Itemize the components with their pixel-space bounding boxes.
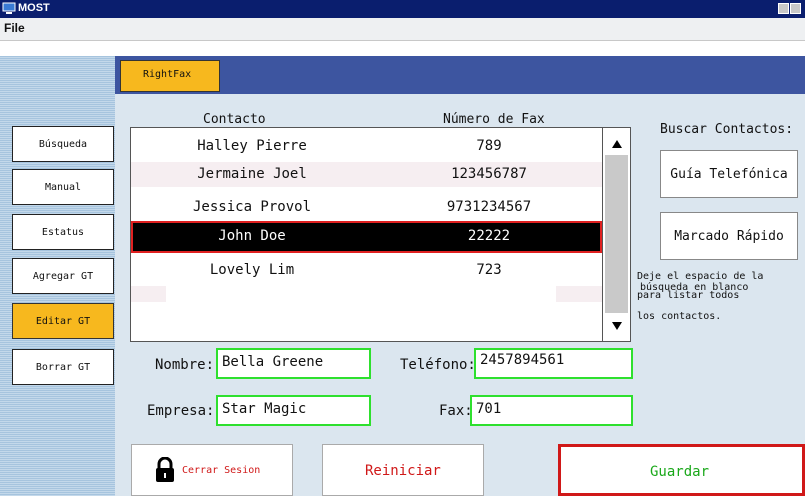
fax-label: Fax: — [439, 403, 473, 419]
row-remnant — [556, 286, 602, 302]
menu-file[interactable]: File — [4, 21, 25, 35]
sidebar-item-label: Estatus — [41, 226, 85, 238]
phonebook-button-label: Guía Telefónica — [670, 166, 788, 182]
sidebar-item-label: Manual — [44, 181, 82, 193]
triangle-up-icon — [611, 139, 622, 148]
tab-rightfax[interactable]: RightFax — [120, 60, 220, 92]
telefono-label: Teléfono: — [400, 357, 476, 373]
contact-fax: 723 — [476, 262, 502, 278]
column-header-fax: Número de Fax — [443, 112, 545, 127]
search-contacts-title: Buscar Contactos: — [660, 122, 794, 137]
lock-icon — [156, 457, 174, 482]
contact-fax: 22222 — [467, 228, 511, 244]
tab-label: RightFax — [143, 69, 192, 80]
save-button[interactable]: Guardar — [558, 444, 805, 496]
save-label: Guardar — [650, 464, 710, 480]
toolbar-gap — [0, 41, 805, 56]
menu-bar: File — [0, 18, 805, 41]
scroll-down-button[interactable] — [603, 313, 630, 338]
logout-button[interactable]: Cerrar Sesion — [131, 444, 293, 496]
hint-text: para listar todos — [637, 290, 740, 301]
scroll-track[interactable] — [605, 155, 628, 313]
sidebar-item-label: Editar GT — [35, 315, 91, 327]
hint-text: Deje el espacio de la — [637, 271, 764, 282]
speed-dial-button[interactable]: Marcado Rápido — [660, 212, 798, 260]
triangle-down-icon — [611, 321, 622, 330]
phonebook-button[interactable]: Guía Telefónica — [660, 150, 798, 198]
contact-fax: 9731234567 — [446, 199, 532, 215]
hint-text: los contactos. — [637, 311, 722, 322]
nombre-field[interactable]: Bella Greene — [216, 348, 371, 379]
reset-button[interactable]: Reiniciar — [322, 444, 484, 496]
contacts-list[interactable]: Halley Pierre 789 Jermaine Joel 12345678… — [130, 127, 603, 342]
list-item-selected[interactable]: John Doe 22222 — [131, 221, 602, 253]
scroll-up-button[interactable] — [603, 131, 630, 156]
list-item[interactable]: Halley Pierre 789 — [131, 134, 602, 159]
list-scrollbar[interactable] — [603, 127, 631, 342]
sidebar-item-busqueda[interactable]: Búsqueda — [12, 126, 114, 162]
contact-fax: 789 — [476, 138, 502, 154]
contact-name: Halley Pierre — [197, 138, 307, 154]
speed-dial-button-label: Marcado Rápido — [674, 228, 784, 244]
title-bar: MOST — [0, 0, 805, 18]
column-header-contact: Contacto — [203, 112, 266, 127]
reset-label: Reiniciar — [365, 463, 441, 479]
list-item[interactable]: Jermaine Joel 123456787 — [131, 162, 602, 187]
window-title: MOST — [18, 2, 50, 14]
list-item[interactable]: Lovely Lim 723 — [131, 258, 602, 283]
logout-label: Cerrar Sesion — [182, 465, 261, 476]
contact-name: John Doe — [218, 228, 286, 244]
contact-fax: 123456787 — [451, 166, 527, 182]
contact-name: Jermaine Joel — [197, 166, 307, 182]
telefono-field[interactable]: 2457894561 — [474, 348, 633, 379]
contact-name: Jessica Provol — [192, 199, 312, 215]
monitor-icon — [2, 2, 16, 14]
list-item[interactable]: Jessica Provol 9731234567 — [131, 195, 602, 220]
sidebar-item-label: Agregar GT — [32, 270, 94, 282]
sidebar-item-label: Búsqueda — [38, 138, 88, 150]
sidebar-item-borrar-gt[interactable]: Borrar GT — [12, 349, 114, 385]
nombre-label: Nombre: — [155, 357, 215, 373]
minimize-button[interactable] — [778, 3, 789, 14]
fax-field[interactable]: 701 — [470, 395, 633, 426]
empresa-label: Empresa: — [147, 403, 215, 419]
sidebar-item-editar-gt[interactable]: Editar GT — [12, 303, 114, 339]
contact-name: Lovely Lim — [209, 262, 295, 278]
sidebar-item-agregar-gt[interactable]: Agregar GT — [12, 258, 114, 294]
sidebar-item-manual[interactable]: Manual — [12, 169, 114, 205]
empresa-field[interactable]: Star Magic — [216, 395, 371, 426]
sidebar-item-estatus[interactable]: Estatus — [12, 214, 114, 250]
row-remnant — [131, 286, 166, 302]
maximize-button[interactable] — [790, 3, 801, 14]
sidebar-item-label: Borrar GT — [35, 361, 91, 373]
